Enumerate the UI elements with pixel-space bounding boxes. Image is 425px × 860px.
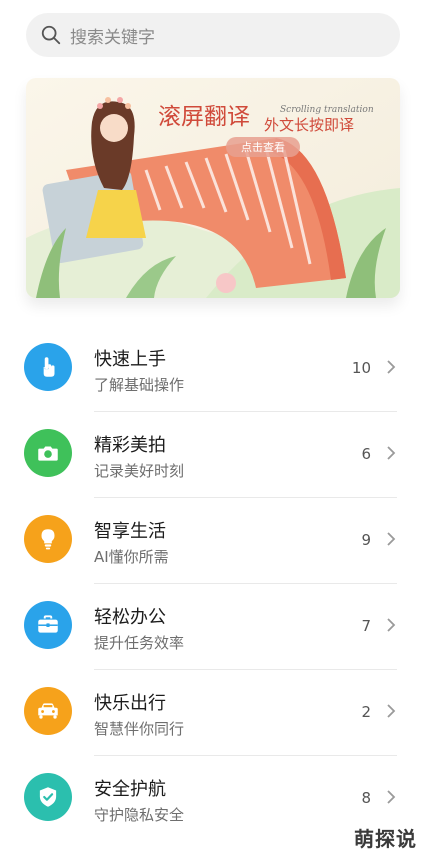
chevron-right-icon [387, 446, 396, 460]
car-icon [38, 703, 58, 719]
item-icon-circle [24, 343, 72, 391]
item-count: 8 [361, 789, 371, 807]
item-icon-circle [24, 687, 72, 735]
camera-icon [38, 446, 58, 461]
chevron-right-icon [387, 704, 396, 718]
item-title: 轻松办公 [94, 607, 166, 628]
item-subtitle: 了解基础操作 [94, 376, 185, 394]
search-icon [41, 25, 61, 45]
topic-list: 快速上手 了解基础操作 10 精彩美拍 记录美好时刻 6 智享生活 AI懂你所需 [0, 326, 425, 842]
item-subtitle: 记录美好时刻 [94, 462, 185, 480]
item-icon-circle [24, 429, 72, 477]
item-title: 快乐出行 [94, 693, 166, 714]
item-subtitle: 提升任务效率 [94, 634, 185, 652]
item-title: 安全护航 [94, 779, 166, 800]
chevron-right-icon [387, 790, 396, 804]
item-count: 7 [361, 617, 371, 635]
item-title: 精彩美拍 [94, 435, 166, 456]
item-count: 2 [361, 703, 371, 721]
list-item-office[interactable]: 轻松办公 提升任务效率 7 [0, 584, 425, 670]
item-subtitle: 守护隐私安全 [94, 806, 185, 824]
feature-banner[interactable]: 滚屏翻译 Scrolling translation 外文长按即译 点击查看 [26, 78, 400, 298]
briefcase-icon [38, 615, 58, 633]
item-subtitle: 智慧伴你同行 [94, 720, 185, 738]
item-count: 6 [361, 445, 371, 463]
search-placeholder: 搜索关键字 [70, 27, 155, 48]
banner-button[interactable]: 点击查看 [241, 140, 285, 154]
search-bar[interactable]: 搜索关键字 [26, 13, 400, 57]
banner-title-cn: 滚屏翻译 [158, 104, 250, 130]
lightbulb-icon [41, 529, 55, 550]
banner-illustration: 滚屏翻译 Scrolling translation 外文长按即译 点击查看 [26, 78, 400, 298]
banner-subtitle: 外文长按即译 [264, 116, 354, 134]
item-title: 智享生活 [94, 521, 166, 542]
item-title: 快速上手 [94, 349, 166, 370]
list-item-quick-start[interactable]: 快速上手 了解基础操作 10 [0, 326, 425, 412]
item-icon-circle [24, 773, 72, 821]
chevron-right-icon [387, 360, 396, 374]
chevron-right-icon [387, 532, 396, 546]
list-item-smart-life[interactable]: 智享生活 AI懂你所需 9 [0, 498, 425, 584]
item-count: 9 [361, 531, 371, 549]
chevron-right-icon [387, 618, 396, 632]
banner-title-en: Scrolling translation [280, 105, 374, 115]
shield-check-icon [39, 787, 57, 807]
item-subtitle: AI懂你所需 [94, 548, 169, 566]
item-icon-circle [24, 601, 72, 649]
watermark: 萌探说 [354, 827, 417, 851]
list-item-travel[interactable]: 快乐出行 智慧伴你同行 2 [0, 670, 425, 756]
tap-hand-icon [43, 357, 55, 377]
item-count: 10 [351, 359, 371, 377]
item-icon-circle [24, 515, 72, 563]
list-item-photo[interactable]: 精彩美拍 记录美好时刻 6 [0, 412, 425, 498]
